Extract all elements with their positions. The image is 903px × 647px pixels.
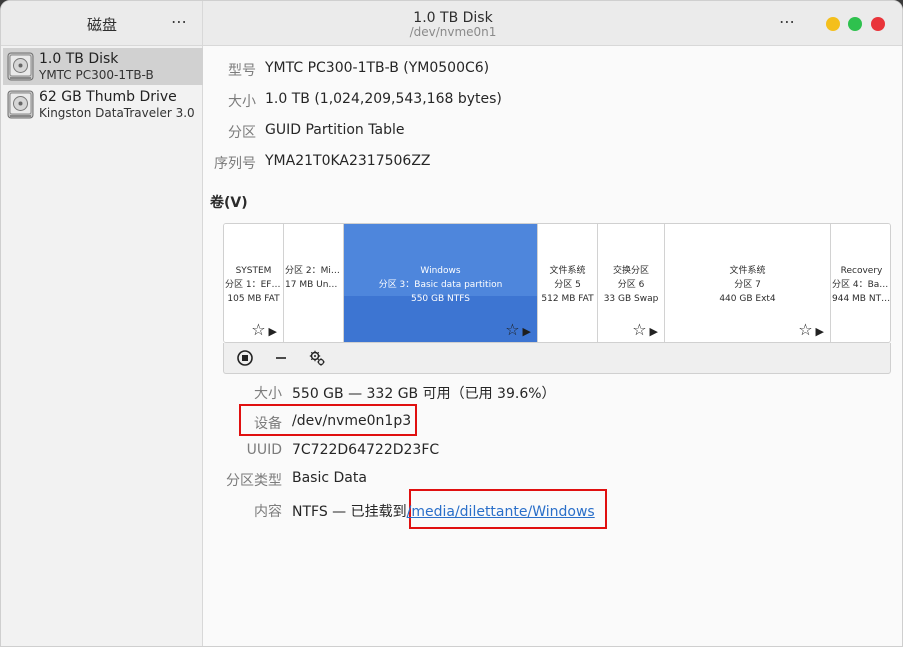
partition-type-label: 分区类型 [226,473,282,489]
partition-7[interactable]: 文件系统 分区 7 440 GB Ext4 ☆ ▶ [665,224,831,342]
sidebar-item-disk[interactable]: 1.0 TB Disk YMTC PC300-1TB-B [3,48,203,85]
uuid-value: 7C722D64722D23FC [292,442,440,458]
model-value: YMTC PC300-1TB-B (YM0500C6) [265,60,490,76]
partition-2[interactable]: 分区 2：Mic… 17 MB Unk… [284,224,344,342]
window-subtitle: /dev/nvme0n1 [409,25,497,39]
gears-icon[interactable] [306,348,328,368]
drive-model: Kingston DataTraveler 3.0 [39,106,195,120]
partition-number: 分区 7 [734,280,761,290]
partition-size: 17 MB Unk… [285,280,343,290]
maximize-button[interactable] [848,17,862,31]
partition-name: Windows [420,266,461,276]
drive-sidebar: 1.0 TB Disk YMTC PC300-1TB-B 62 GB Thumb… [1,46,203,646]
unmount-icon[interactable] [234,348,256,368]
sidebar-header: 磁盘 ⋯ [1,1,203,46]
uuid-label: UUID [246,442,282,458]
volume-toolbar [223,343,891,374]
header-bar: 磁盘 ⋯ 1.0 TB Disk /dev/nvme0n1 ⋯ [1,1,902,46]
size-value: 1.0 TB (1,024,209,543,168 bytes) [265,91,502,107]
volume-size-label: 大小 [254,386,282,402]
contents-prefix: NTFS — 已挂载到 [292,504,407,520]
window-title-block: 1.0 TB Disk /dev/nvme0n1 [410,10,497,39]
partition-size: 105 MB FAT [227,294,280,304]
partition-name: 交换分区 [612,266,649,276]
partition-label: 文件系统 分区 7 440 GB Ext4 [665,264,830,306]
partition-name: 文件系统 [729,266,766,276]
device-value: /dev/nvme0n1p3 [292,413,412,429]
volume-size-value: 550 GB — 332 GB 可用（已用 39.6%） [292,386,556,402]
partition-number: 分区 5 [554,280,581,290]
partition-6[interactable]: 交换分区 分区 6 33 GB Swap ☆ ▶ [598,224,665,342]
partition-number: 分区 2：Mic… [285,266,343,276]
device-label: 设备 [254,416,282,432]
play-icon[interactable]: ▶ [650,325,658,338]
window-title: 1.0 TB Disk [413,10,493,26]
partition-label: 分区 2：Mic… 17 MB Unk… [284,264,343,292]
partition-4[interactable]: Recovery 分区 4：Basi… 944 MB NTFS [831,224,891,342]
hard-disk-icon [7,52,34,81]
contents-value: NTFS — 已挂载到/media/dilettante/Windows [292,501,595,521]
partition-name: 文件系统 [549,266,586,276]
partition-size: 944 MB NTFS [832,294,891,304]
sidebar-menu-button[interactable]: ⋯ [171,12,187,31]
partition-actions: ☆ ▶ [505,320,531,339]
partition-5[interactable]: 文件系统 分区 5 512 MB FAT [538,224,598,342]
partition-1[interactable]: SYSTEM 分区 1：EFI … 105 MB FAT ☆ ▶ [224,224,284,342]
disk-menu-button[interactable]: ⋯ [779,12,795,31]
minimize-button[interactable] [826,17,840,31]
partition-number: 分区 1：EFI … [225,280,283,290]
partition-label: SYSTEM 分区 1：EFI … 105 MB FAT [224,264,283,306]
partition-number: 分区 4：Basi… [832,280,891,290]
partition-actions: ☆ ▶ [632,320,658,339]
star-icon[interactable]: ☆ [505,320,519,339]
mount-path-link[interactable]: /media/dilettante/Windows [407,504,595,520]
volumes-title: 卷(V) [210,195,248,211]
partition-label: Windows 分区 3：Basic data partition 550 GB… [344,264,537,306]
partition-size: 33 GB Swap [603,294,659,304]
serial-label: 序列号 [214,156,256,172]
partition-label: 文件系统 分区 5 512 MB FAT [538,264,597,306]
partition-type-value: Basic Data [292,470,367,486]
partition-name: SYSTEM [235,266,272,276]
play-icon[interactable]: ▶ [523,325,531,338]
partition-name: Recovery [840,266,883,276]
disks-window: 磁盘 ⋯ 1.0 TB Disk /dev/nvme0n1 ⋯ 1.0 TB D… [0,0,903,647]
remove-partition-icon[interactable] [270,348,292,368]
star-icon[interactable]: ☆ [632,320,646,339]
partition-label: 交换分区 分区 6 33 GB Swap [598,264,664,306]
partition-number: 分区 3：Basic data partition [378,280,503,290]
usb-drive-icon [7,90,34,119]
drive-name: 1.0 TB Disk [39,51,119,67]
star-icon[interactable]: ☆ [798,320,812,339]
volume-map: SYSTEM 分区 1：EFI … 105 MB FAT ☆ ▶ 分区 2：Mic… [223,223,891,343]
model-label: 型号 [228,63,256,79]
partition-label: Recovery 分区 4：Basi… 944 MB NTFS [831,264,891,306]
partition-3[interactable]: Windows 分区 3：Basic data partition 550 GB… [344,224,538,342]
partition-size: 550 GB NTFS [410,294,470,304]
partition-size: 512 MB FAT [541,294,594,304]
partition-number: 分区 6 [617,280,645,290]
partition-size: 440 GB Ext4 [719,294,776,304]
partition-actions: ☆ ▶ [798,320,824,339]
partition-actions: ☆ ▶ [251,320,277,339]
partitioning-value: GUID Partition Table [265,122,405,138]
serial-value: YMA21T0KA2317506ZZ [265,153,431,169]
star-icon[interactable]: ☆ [251,320,265,339]
disk-details: 型号 YMTC PC300-1TB-B (YM0500C6) 大小 1.0 TB… [204,46,902,646]
drive-name: 62 GB Thumb Drive [39,89,177,105]
play-icon[interactable]: ▶ [269,325,277,338]
size-label: 大小 [228,94,256,110]
sidebar-item-thumb-drive[interactable]: 62 GB Thumb Drive Kingston DataTraveler … [3,86,203,123]
close-button[interactable] [871,17,885,31]
contents-label: 内容 [254,504,282,520]
drive-model: YMTC PC300-1TB-B [39,68,154,82]
partitioning-label: 分区 [228,125,256,141]
play-icon[interactable]: ▶ [816,325,824,338]
